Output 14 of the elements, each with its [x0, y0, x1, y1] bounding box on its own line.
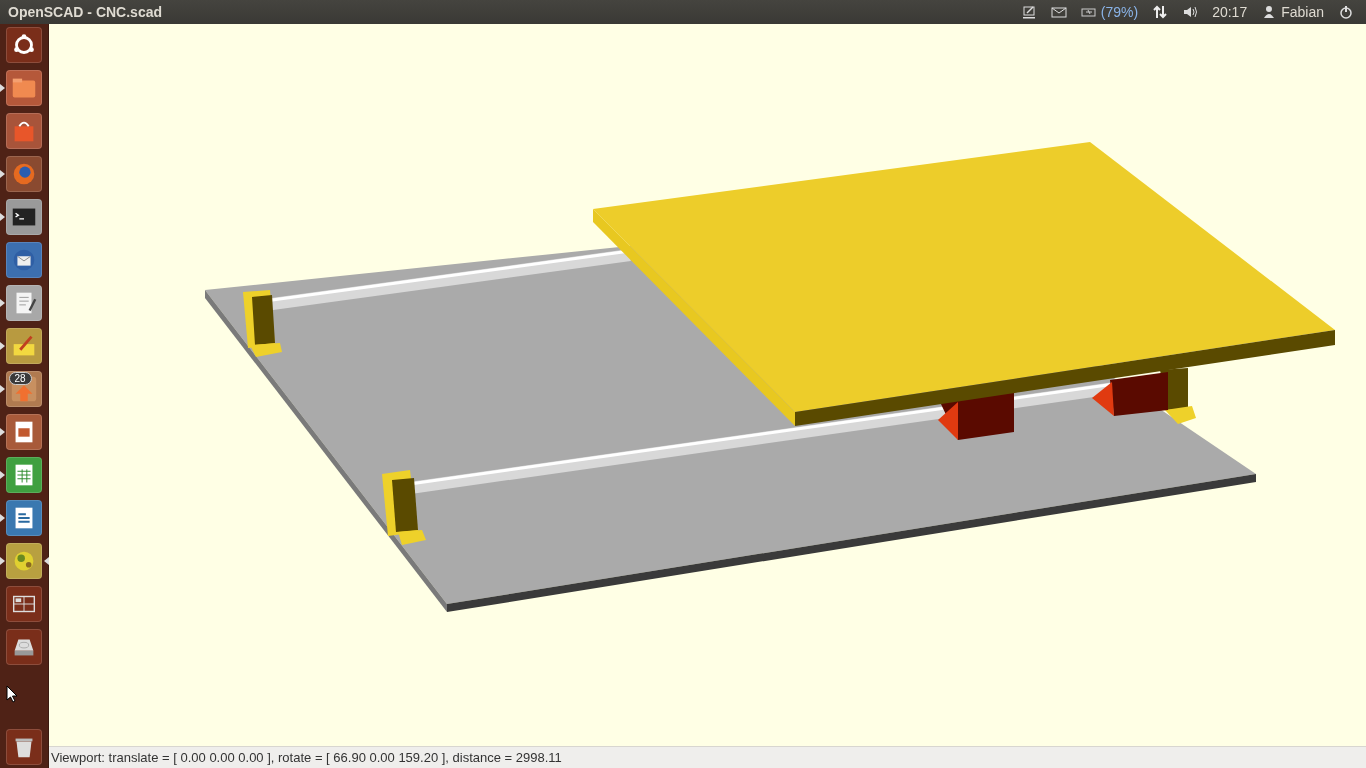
window-title: OpenSCAD - CNC.scad [8, 2, 163, 22]
battery-percentage: (79%) [1100, 2, 1139, 22]
note-icon[interactable] [1020, 4, 1037, 20]
user-name[interactable]: Fabian [1281, 1, 1324, 23]
mouse-cursor-icon [6, 685, 18, 703]
power-icon[interactable] [1338, 4, 1354, 20]
network-icon[interactable] [1152, 4, 1169, 20]
clock[interactable]: 20:17 [1212, 1, 1248, 23]
mail-icon[interactable] [1050, 4, 1067, 20]
launcher-item[interactable] [0, 543, 49, 579]
viewport-status-text: Viewport: translate = [ 0.00 0.00 0.00 ], rotate = [ 66.90 0.00 159.20 ], distance = 2998.11 [51, 748, 562, 767]
volume-icon[interactable] [1182, 4, 1199, 20]
launcher-item[interactable]: 28 [0, 371, 49, 407]
3d-viewport[interactable] [49, 24, 1366, 746]
